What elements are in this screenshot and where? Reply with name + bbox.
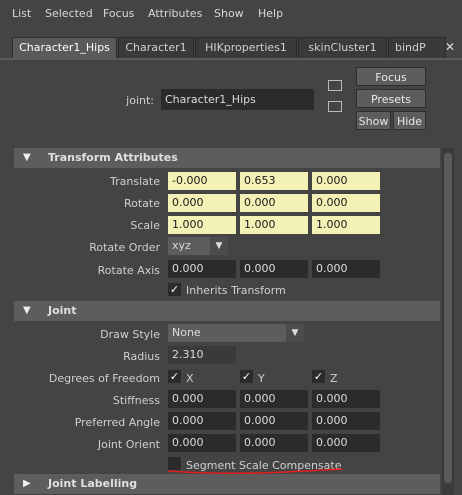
- rotate-order-dropdown[interactable]: xyz ▼: [168, 237, 228, 255]
- draw-style-dropdown[interactable]: None ▼: [168, 324, 304, 342]
- rotate-axis-label: Rotate Axis: [97, 264, 160, 277]
- rotate-label: Rotate: [123, 197, 160, 210]
- dof-z-checkbox[interactable]: ✓: [312, 370, 325, 383]
- show-button[interactable]: Show: [356, 111, 391, 130]
- section-title: Joint Labelling: [48, 477, 138, 490]
- stiffness-y-field[interactable]: 0.000: [240, 390, 308, 408]
- stiffness-label: Stiffness: [112, 394, 160, 407]
- joint-labelling-header[interactable]: ▶ Joint Labelling: [14, 474, 440, 494]
- scale-z-field[interactable]: 1.000: [312, 216, 380, 234]
- tab-bindp[interactable]: bindP: [388, 37, 446, 58]
- tab-hikproperties1[interactable]: HIKproperties1: [195, 37, 297, 58]
- tab-character1[interactable]: Character1: [118, 37, 194, 58]
- scale-label: Scale: [130, 219, 160, 232]
- hide-button[interactable]: Hide: [393, 111, 426, 130]
- joint-orient-z-field[interactable]: 0.000: [312, 434, 380, 452]
- chevron-down-icon: ▼: [286, 324, 304, 342]
- load-selected-icon[interactable]: [328, 80, 342, 91]
- joint-header[interactable]: ▼ Joint: [14, 301, 440, 321]
- dof-y-checkbox[interactable]: ✓: [240, 370, 253, 383]
- preferred-angle-z-field[interactable]: 0.000: [312, 412, 380, 430]
- joint-name-field[interactable]: Character1_Hips: [161, 89, 314, 110]
- menu-list[interactable]: List: [12, 7, 31, 20]
- inherits-transform-checkbox[interactable]: ✓: [168, 283, 181, 296]
- dof-z-label: Z: [330, 372, 338, 385]
- radius-field[interactable]: 2.310: [168, 346, 236, 364]
- menu-help[interactable]: Help: [258, 7, 283, 20]
- transform-attributes-header[interactable]: ▼ Transform Attributes: [14, 148, 440, 168]
- joint-orient-label: Joint Orient: [97, 438, 160, 451]
- translate-z-field[interactable]: 0.000: [312, 172, 380, 190]
- rotate-order-value: xyz: [172, 239, 191, 252]
- rotate-axis-x-field[interactable]: 0.000: [168, 260, 236, 278]
- translate-y-field[interactable]: 0.653: [240, 172, 308, 190]
- expand-arrow-icon: ▶: [23, 478, 31, 489]
- menu-selected[interactable]: Selected: [45, 7, 93, 20]
- menu-focus[interactable]: Focus: [103, 7, 134, 20]
- menu-show[interactable]: Show: [214, 7, 244, 20]
- tab-skincluster1[interactable]: skinCluster1: [298, 37, 387, 58]
- translate-label: Translate: [110, 175, 160, 188]
- dof-label: Degrees of Freedom: [48, 372, 160, 385]
- radius-label: Radius: [123, 350, 160, 363]
- joint-orient-x-field[interactable]: 0.000: [168, 434, 236, 452]
- stiffness-x-field[interactable]: 0.000: [168, 390, 236, 408]
- close-icon[interactable]: ✕: [442, 39, 458, 55]
- collapse-arrow-icon: ▼: [23, 152, 31, 163]
- tab-bar: Character1_Hips Character1 HIKproperties…: [0, 37, 462, 59]
- scale-x-field[interactable]: 1.000: [168, 216, 236, 234]
- section-title: Transform Attributes: [48, 151, 178, 164]
- translate-x-field[interactable]: -0.000: [168, 172, 236, 190]
- collapse-arrow-icon: ▼: [23, 305, 31, 316]
- rotate-axis-z-field[interactable]: 0.000: [312, 260, 380, 278]
- tab-divider: [0, 58, 462, 60]
- rotate-order-label: Rotate Order: [89, 241, 160, 254]
- chevron-down-icon: ▼: [210, 237, 228, 255]
- inherits-transform-label: Inherits Transform: [186, 284, 286, 297]
- rotate-x-field[interactable]: 0.000: [168, 194, 236, 212]
- rotate-y-field[interactable]: 0.000: [240, 194, 308, 212]
- preferred-angle-y-field[interactable]: 0.000: [240, 412, 308, 430]
- dof-x-label: X: [186, 372, 194, 385]
- section-title: Joint: [48, 304, 77, 317]
- scrollbar-thumb[interactable]: [444, 153, 452, 483]
- menu-attributes[interactable]: Attributes: [148, 7, 202, 20]
- rotate-z-field[interactable]: 0.000: [312, 194, 380, 212]
- rotate-axis-y-field[interactable]: 0.000: [240, 260, 308, 278]
- dof-y-label: Y: [258, 372, 265, 385]
- preferred-angle-label: Preferred Angle: [74, 416, 160, 429]
- presets-button[interactable]: Presets: [356, 89, 426, 108]
- menu-bar: List Selected Focus Attributes Show Help: [0, 0, 462, 26]
- dof-x-checkbox[interactable]: ✓: [168, 370, 181, 383]
- stiffness-z-field[interactable]: 0.000: [312, 390, 380, 408]
- tab-character1-hips[interactable]: Character1_Hips: [12, 37, 117, 59]
- preferred-angle-x-field[interactable]: 0.000: [168, 412, 236, 430]
- joint-orient-y-field[interactable]: 0.000: [240, 434, 308, 452]
- draw-style-label: Draw Style: [100, 328, 160, 341]
- focus-button[interactable]: Focus: [356, 67, 426, 86]
- scale-y-field[interactable]: 1.000: [240, 216, 308, 234]
- draw-style-value: None: [172, 326, 201, 339]
- joint-label: joint:: [126, 94, 154, 107]
- copy-tab-icon[interactable]: [328, 101, 342, 112]
